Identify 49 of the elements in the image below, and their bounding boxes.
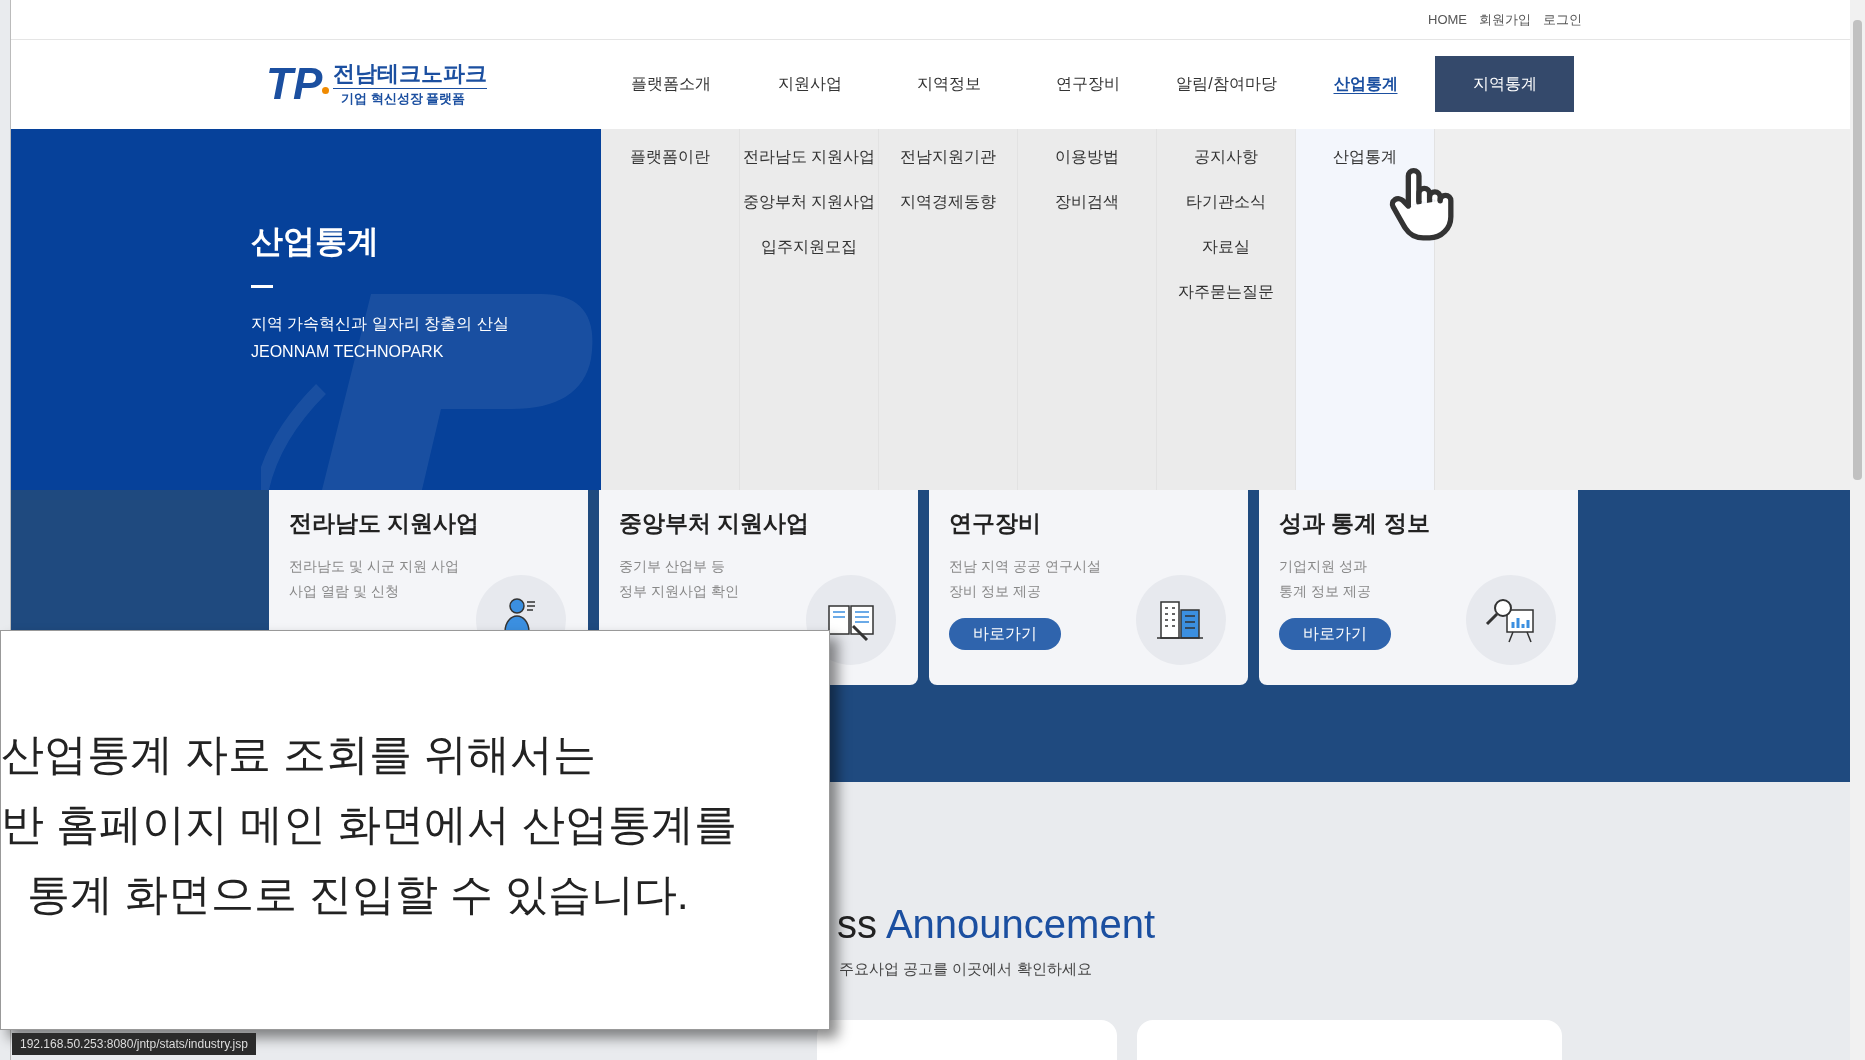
menu-link[interactable]: 입주지원모집 — [761, 234, 857, 259]
card-title: 성과 통계 정보 — [1279, 508, 1431, 538]
status-url: 192.168.50.253:8080/jntp/stats/industry.jsp — [12, 1033, 256, 1055]
utility-link[interactable]: 회원가입 — [1479, 9, 1531, 30]
caption-text: 산업통계 자료 조회를 위해서는 — [1, 729, 597, 781]
logo-name: 전남테크노파크 — [333, 60, 488, 88]
nav-item[interactable]: 알림/참여마당 — [1157, 72, 1296, 97]
go-button[interactable]: 바로가기 — [949, 618, 1061, 651]
section-heading: ss Announcement — [837, 900, 1156, 948]
card-description: 사업 열람 및 신청 — [289, 582, 400, 602]
section-subtitle: 주요사업 공고를 이곳에서 확인하세요 — [838, 958, 1093, 979]
utility-link[interactable]: 로그인 — [1543, 9, 1582, 30]
logo-mark: TP — [266, 62, 323, 107]
logo-tagline: 기업 혁신성장 플랫폼 — [333, 87, 488, 109]
menu-link[interactable]: 산업통계 — [1333, 144, 1397, 169]
card-description: 장비 정보 제공 — [949, 582, 1042, 602]
menu-link[interactable]: 타기관소식 — [1186, 189, 1266, 214]
menu-link[interactable]: 전남지원기관 — [900, 144, 996, 169]
menu-link[interactable]: 플랫폼이란 — [630, 144, 710, 169]
menu-link[interactable]: 전라남도 지원사업 — [742, 144, 876, 169]
hero-english: JEONNAM TECHNOPARK — [251, 341, 445, 362]
nav-item[interactable]: 산업통계 — [1296, 72, 1435, 97]
menu-link[interactable]: 자료실 — [1202, 234, 1250, 259]
card-description: 정부 지원사업 확인 — [619, 582, 740, 602]
card-description: 전남 지역 공공 연구시설 — [949, 557, 1102, 577]
card-title: 전라남도 지원사업 — [289, 508, 481, 538]
utility-link[interactable]: HOME — [1428, 9, 1467, 30]
nav-item[interactable]: 플랫폼소개 — [601, 72, 740, 97]
card-title: 연구장비 — [949, 508, 1042, 538]
card-description: 전라남도 및 시군 지원 사업 — [289, 557, 460, 577]
nav-button[interactable]: 지역통계 — [1435, 56, 1574, 113]
menu-link[interactable]: 지역경제동향 — [900, 189, 996, 214]
menu-link[interactable]: 장비검색 — [1055, 189, 1119, 214]
card-description: 중기부 산업부 등 — [619, 557, 726, 577]
menu-link[interactable]: 공지사항 — [1194, 144, 1258, 169]
nav-item[interactable]: 지역정보 — [879, 72, 1018, 97]
hero-subtitle: 지역 가속혁신과 일자리 창출의 산실 — [251, 313, 510, 334]
menu-link[interactable]: 이용방법 — [1055, 144, 1119, 169]
go-button[interactable]: 바로가기 — [1279, 618, 1391, 651]
card-description: 통계 정보 제공 — [1279, 582, 1372, 602]
nav-item[interactable]: 연구장비 — [1018, 72, 1157, 97]
caption-text: 통계 화면으로 진입할 수 있습니다. — [26, 868, 690, 920]
nav-item[interactable]: 지원사업 — [740, 72, 879, 97]
card-description: 기업지원 성과 — [1279, 557, 1368, 577]
caption-text: 반 홈페이지 메인 화면에서 산업통계를 — [1, 799, 738, 851]
hero-title: 산업통계 — [251, 221, 380, 261]
menu-link[interactable]: 자주묻는질문 — [1178, 279, 1274, 304]
menu-link[interactable]: 중앙부처 지원사업 — [742, 189, 876, 214]
card-title: 중앙부처 지원사업 — [619, 508, 811, 538]
